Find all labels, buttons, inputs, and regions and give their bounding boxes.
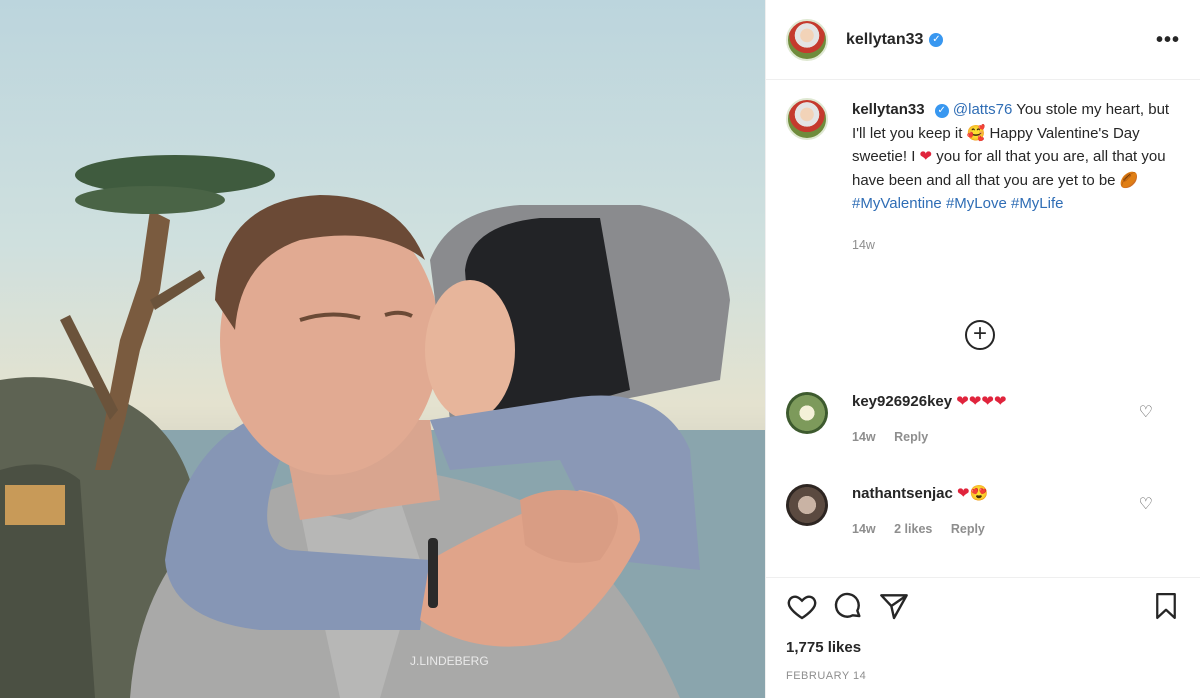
instagram-post: J.LINDEBERG kellytan33 ✓ ••• kellytan33 … — [0, 0, 1200, 698]
comment-avatar[interactable] — [786, 392, 828, 434]
caption-username[interactable]: kellytan33 — [852, 101, 925, 118]
caption-avatar[interactable] — [786, 98, 828, 140]
smiling-face-emoji-icon: 🥰 — [966, 124, 986, 142]
reply-button[interactable]: Reply — [894, 430, 928, 444]
heart-eyes-emoji-icon: 😍 — [969, 485, 989, 502]
comment-body: key926926key ❤❤❤❤ 14w Reply — [852, 392, 1007, 444]
caption-text: kellytan33 ✓ @latts76 You stole my heart… — [852, 98, 1177, 257]
couple-photo: J.LINDEBERG — [0, 155, 765, 698]
comment-icon[interactable] — [832, 590, 864, 622]
comment-time[interactable]: 14w — [852, 522, 876, 536]
comment-text: ❤ — [957, 485, 970, 502]
caption: kellytan33 ✓ @latts76 You stole my heart… — [766, 98, 1200, 257]
verified-icon: ✓ — [934, 104, 949, 118]
likes-count[interactable]: 1,775 likes — [786, 639, 861, 656]
more-icon[interactable]: ••• — [1156, 30, 1180, 50]
caption-hashtags[interactable]: #MyValentine #MyLove #MyLife — [852, 195, 1064, 212]
comment-body: nathantsenjac ❤😍 14w 2 likes Reply — [852, 484, 1000, 536]
action-icons — [786, 590, 910, 622]
post-actions: 1,775 likes FEBRUARY 14 — [766, 577, 1200, 699]
plus-icon[interactable]: + — [965, 320, 995, 350]
reply-button[interactable]: Reply — [951, 522, 985, 536]
comment-meta: 14w Reply — [852, 430, 1007, 444]
caption-mention[interactable]: @latts76 — [953, 101, 1012, 118]
comment-heart-icon[interactable]: ♡ — [1139, 402, 1153, 422]
verified-icon: ✓ — [929, 32, 944, 47]
post-sidebar: kellytan33 ✓ ••• kellytan33 ✓ @latts76 Y… — [765, 0, 1200, 698]
comment-meta: 14w 2 likes Reply — [852, 522, 1000, 536]
comment-item: nathantsenjac ❤😍 14w 2 likes Reply ♡ — [786, 484, 1181, 536]
comment-likes[interactable]: 2 likes — [894, 522, 932, 536]
comment-username[interactable]: key926926key — [852, 393, 952, 410]
author-username[interactable]: kellytan33 — [846, 31, 923, 49]
post-header: kellytan33 ✓ ••• — [766, 0, 1200, 80]
post-photo[interactable]: J.LINDEBERG — [0, 0, 765, 698]
comment-time[interactable]: 14w — [852, 430, 876, 444]
comment-heart-icon[interactable]: ♡ — [1139, 494, 1153, 514]
comment-username[interactable]: nathantsenjac — [852, 485, 953, 502]
post-date[interactable]: FEBRUARY 14 — [786, 670, 866, 682]
comment-avatar[interactable] — [786, 484, 828, 526]
comment-item: key926926key ❤❤❤❤ 14w Reply ♡ — [786, 392, 1181, 444]
caption-section: kellytan33 ✓ @latts76 You stole my heart… — [766, 98, 1200, 257]
shirt-logo-text: J.LINDEBERG — [410, 654, 489, 668]
comment-text: ❤❤❤❤ — [956, 393, 1007, 410]
bookmark-icon[interactable] — [1151, 590, 1181, 622]
heart-emoji-icon: ❤ — [919, 148, 933, 165]
football-emoji-icon: 🏉 — [1119, 171, 1139, 189]
heart-icon[interactable] — [786, 590, 818, 622]
caption-time[interactable]: 14w — [852, 234, 1177, 258]
share-icon[interactable] — [878, 590, 910, 622]
author-avatar[interactable] — [786, 18, 828, 61]
